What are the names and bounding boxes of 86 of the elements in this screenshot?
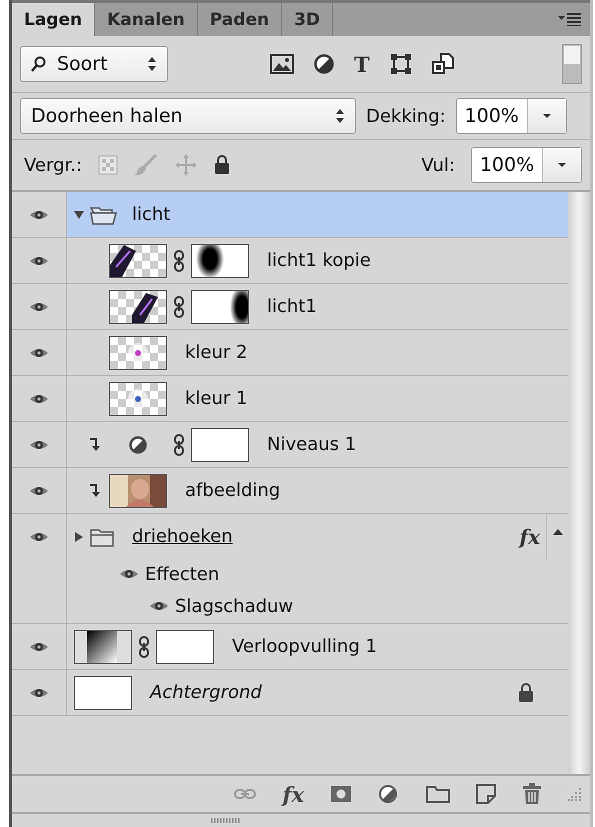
link-icon[interactable] [173,296,185,318]
layer-name: kleur 2 [185,342,248,363]
layer-row[interactable]: licht1 [67,284,568,329]
eye-icon[interactable] [29,530,49,544]
lock-label: Vergr.: [24,154,82,176]
collapse-triangle-icon[interactable] [74,210,84,220]
layer-name: Niveaus 1 [267,434,356,455]
expand-triangle-icon[interactable] [74,532,84,542]
layer-row[interactable]: afbeelding [67,468,568,513]
layer-thumbnail [74,630,132,664]
panel-grip-icon[interactable] [211,818,241,823]
layer-row[interactable]: Niveaus 1 [67,422,568,467]
fx-icon[interactable]: fx [519,524,546,548]
adjustment-icon[interactable] [378,784,400,804]
adjustment-filter-icon[interactable] [314,54,334,74]
layer-thumbnail [109,336,167,370]
layer-thumbnail [74,676,132,710]
filter-toggle[interactable] [562,44,582,84]
eye-icon[interactable] [29,686,49,700]
new-layer-icon[interactable] [476,784,496,804]
mask-thumbnail [191,290,249,324]
search-icon [31,56,47,72]
opacity-label: Dekking: [366,106,446,126]
eye-icon[interactable] [29,484,49,498]
layer-row[interactable]: kleur 1 [67,376,568,421]
eye-icon[interactable] [149,599,169,613]
link-icon[interactable] [173,250,185,272]
collapse-arrow-icon[interactable] [552,528,562,536]
tab[interactable]: Lagen [12,3,96,36]
folder-icon [90,204,118,224]
menu-icon[interactable] [558,12,582,26]
layer-row[interactable]: Achtergrond [67,670,568,715]
layer-thumbnail [109,382,167,416]
eye-icon[interactable] [29,438,49,452]
resize-grip-icon[interactable] [568,787,582,801]
eye-icon[interactable] [29,640,49,654]
dropdown-arrow-icon[interactable] [542,113,552,119]
dropdown-arrow-icon[interactable] [557,162,567,168]
layer-thumbnail [109,244,167,278]
layer-row[interactable]: licht [67,192,568,237]
up-down-arrows-icon [147,56,157,72]
up-down-arrows-icon [335,108,345,124]
image-filter-icon[interactable] [270,54,294,74]
layer-name: licht1 [267,296,317,317]
link-icon[interactable] [138,636,150,658]
mask-thumbnail [156,630,214,664]
layer-thumbnail [109,290,167,324]
mask-thumbnail [191,428,249,462]
effects-label: Effecten [145,564,220,584]
mask-thumbnail [191,244,249,278]
effect-name[interactable]: Slagschaduw [175,596,294,616]
mask-icon[interactable] [330,785,352,803]
eye-icon[interactable] [29,208,49,222]
fill-label: Vul: [421,154,455,176]
shape-filter-icon[interactable] [390,53,412,75]
link-icon[interactable] [173,434,185,456]
layer-name: Achtergrond [150,682,262,703]
layer-row[interactable]: Verloopvulling 1 [67,624,568,669]
layer-name: Verloopvulling 1 [232,636,377,657]
filter-dropdown[interactable]: Soort [20,46,168,82]
layer-row[interactable]: licht1 kopie [67,238,568,283]
eye-icon[interactable] [29,254,49,268]
layer-row[interactable]: kleur 2 [67,330,568,375]
lock-icon[interactable] [214,155,230,175]
smart-object-filter-icon[interactable] [432,53,454,75]
layer-name: driehoeken [132,526,233,547]
layer-name: licht1 kopie [267,250,371,271]
layer-name: licht [132,204,170,225]
eye-icon[interactable] [29,392,49,406]
eye-icon[interactable] [119,567,139,581]
eye-icon[interactable] [29,346,49,360]
scrollbar[interactable] [568,192,590,774]
blend-mode-dropdown[interactable]: Doorheen halen [20,98,356,134]
opacity-field[interactable]: 100% [456,98,567,134]
text-filter-icon[interactable]: T [354,52,370,76]
layer-name: kleur 1 [185,388,248,409]
tab[interactable]: Paden [198,3,282,36]
tab[interactable]: Kanalen [95,3,198,36]
folder-icon[interactable] [426,785,450,803]
eye-icon[interactable] [29,300,49,314]
tab[interactable]: 3D [282,3,334,36]
layer-name: afbeelding [185,480,280,501]
fx-icon[interactable]: fx [282,782,304,806]
adjustment-icon [129,436,147,454]
trash-icon[interactable] [522,783,542,805]
fill-field[interactable]: 100% [471,147,582,183]
